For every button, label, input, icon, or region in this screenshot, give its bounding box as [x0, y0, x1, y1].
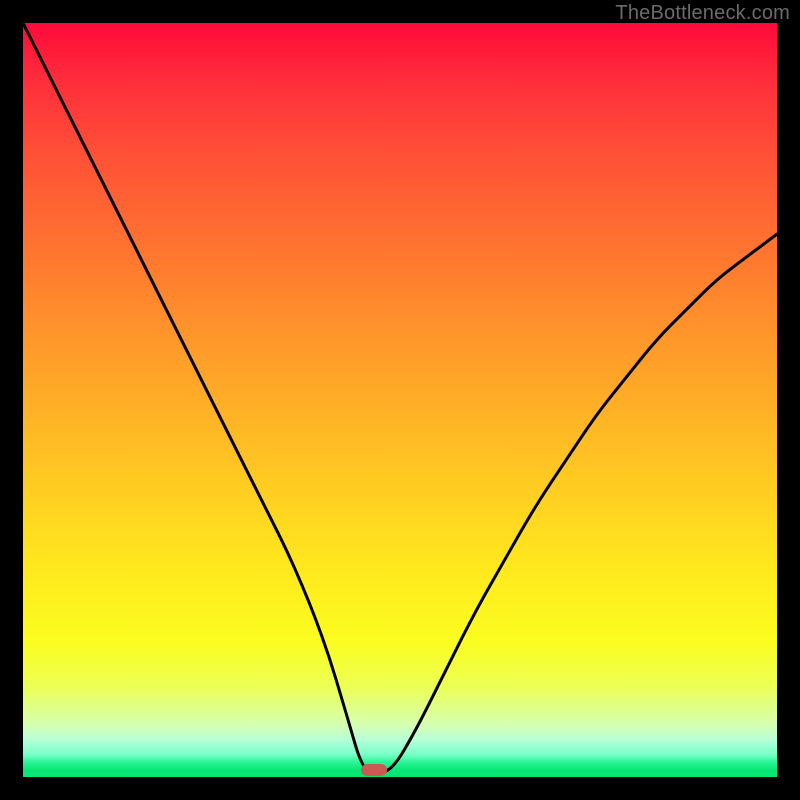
- plot-area: [23, 23, 777, 777]
- optimum-marker: [361, 764, 387, 776]
- chart-frame: TheBottleneck.com: [0, 0, 800, 800]
- curve-svg: [23, 23, 777, 777]
- bottleneck-curve-path: [23, 23, 777, 772]
- watermark-text: TheBottleneck.com: [615, 2, 790, 25]
